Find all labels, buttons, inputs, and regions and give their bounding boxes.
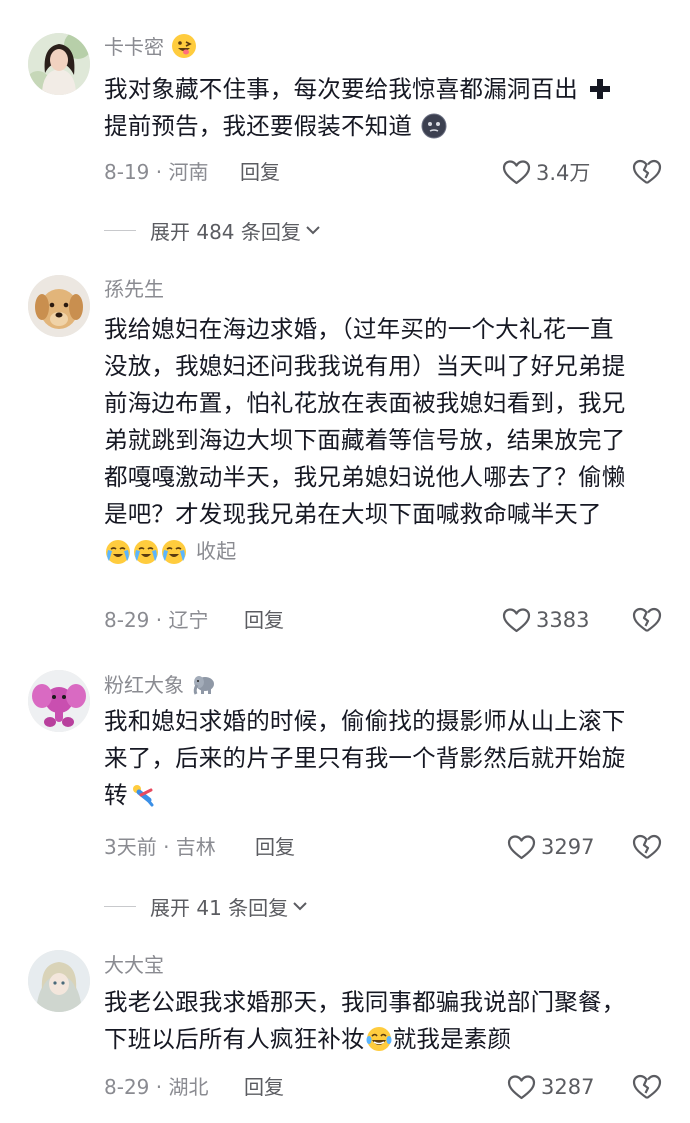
comment-line: 提前预告，我还要假装不知道 xyxy=(104,112,413,140)
chevron-down-icon xyxy=(293,902,307,911)
avatar[interactable] xyxy=(28,33,90,95)
username-text[interactable]: 卡卡密 xyxy=(104,35,164,59)
heart-outline-icon xyxy=(507,834,536,859)
laughing-tears-emoji-icon xyxy=(366,1026,392,1052)
comment-line: 来了，后来的片子里只有我一个背影然后就开始旋 xyxy=(104,744,626,772)
comment-text: 我和媳妇求婚的时候，偷偷找的摄影师从山上滚下 来了，后来的片子里只有我一个背影然… xyxy=(104,703,669,814)
comment-line: 前海边布置，怕礼花放在表面被我媳妇看到，我兄 xyxy=(104,389,626,417)
broken-heart-icon xyxy=(632,159,662,184)
comment-line: 我和媳妇求婚的时候，偷偷找的摄影师从山上滚下 xyxy=(104,707,626,735)
broken-heart-icon xyxy=(632,834,662,859)
comment-line: 下班以后所有人疯狂补妆 xyxy=(104,1025,365,1053)
date-location: 8-29 · 辽宁 xyxy=(104,608,209,632)
avatar[interactable] xyxy=(28,670,90,732)
expand-replies-label[interactable]: 展开 41 条回复 xyxy=(150,892,288,921)
comment-text: 我老公跟我求婚那天，我同事都骗我说部门聚餐， 下班以后所有人疯狂补妆 就我是素颜 xyxy=(104,984,669,1058)
like-button[interactable]: 3297 xyxy=(507,832,594,862)
expand-replies-button[interactable]: 展开 484 条回复 xyxy=(104,216,321,245)
divider-line xyxy=(104,905,136,907)
dislike-button[interactable] xyxy=(632,833,662,861)
heart-outline-icon xyxy=(502,159,531,184)
heart-outline-icon xyxy=(502,607,531,632)
like-count: 3383 xyxy=(536,608,590,632)
comment-line: 我给媳妇在海边求婚，（过年买的一个大礼花一直 xyxy=(104,315,614,343)
reply-button[interactable]: 回复 xyxy=(255,834,295,860)
reply-button[interactable]: 回复 xyxy=(244,607,284,633)
comment-line: 是吧？才发现我兄弟在大坝下面喊救命喊半天了 xyxy=(104,500,602,528)
dark-face-emoji-icon xyxy=(421,113,447,139)
username[interactable]: 卡卡密 xyxy=(104,33,198,60)
like-count: 3.4万 xyxy=(536,161,591,185)
spinning-person-emoji-icon xyxy=(129,782,155,808)
like-button[interactable]: 3.4万 xyxy=(502,157,590,187)
dislike-button[interactable] xyxy=(632,158,662,186)
comment-line: 都嘎嘎激动半天，我兄弟媳妇说他人哪去了？偷懒 xyxy=(104,463,626,491)
username[interactable]: 孫先生 xyxy=(104,276,164,302)
comment-line: 弟就跳到海边大坝下面藏着等信号放，结果放完了 xyxy=(104,426,626,454)
expand-replies-button[interactable]: 展开 41 条回复 xyxy=(104,892,308,921)
grinning-tongue-emoji-icon xyxy=(171,33,197,59)
like-count: 3287 xyxy=(541,1075,595,1099)
comment-line: 没放，我媳妇还问我我说有用）当天叫了好兄弟提 xyxy=(104,352,626,380)
comment-text: 我给媳妇在海边求婚，（过年买的一个大礼花一直 没放，我媳妇还问我我说有用）当天叫… xyxy=(104,311,669,571)
collapse-button[interactable]: 收起 xyxy=(196,539,236,563)
like-button[interactable]: 3383 xyxy=(502,605,589,635)
comment-text: 我对象藏不住事，每次要给我惊喜都漏洞百出 提前预告，我还要假装不知道 xyxy=(104,71,669,145)
username-text[interactable]: 粉红大象 xyxy=(104,673,184,697)
username[interactable]: 大大宝 xyxy=(104,952,164,978)
comment-line: 我老公跟我求婚那天，我同事都骗我说部门聚餐， xyxy=(104,988,626,1016)
plus-icon xyxy=(587,76,613,102)
divider-line xyxy=(104,229,136,231)
like-button[interactable]: 3287 xyxy=(507,1072,594,1102)
date-location: 8-19 · 河南 xyxy=(104,160,209,184)
crying-face-emoji-icon xyxy=(105,539,131,565)
elephant-emoji-icon xyxy=(191,671,217,697)
username[interactable]: 粉红大象 xyxy=(104,671,218,698)
comment-line: 就我是素颜 xyxy=(392,1025,512,1053)
heart-outline-icon xyxy=(507,1074,536,1099)
dislike-button[interactable] xyxy=(632,1073,662,1101)
broken-heart-icon xyxy=(632,607,662,632)
avatar[interactable] xyxy=(28,275,90,337)
reply-button[interactable]: 回复 xyxy=(240,159,280,185)
avatar[interactable] xyxy=(28,950,90,1012)
comment-line: 我对象藏不住事，每次要给我惊喜都漏洞百出 xyxy=(104,75,586,103)
broken-heart-icon xyxy=(632,1074,662,1099)
expand-replies-label[interactable]: 展开 484 条回复 xyxy=(150,216,301,245)
crying-face-emoji-icon xyxy=(161,539,187,565)
like-count: 3297 xyxy=(541,835,595,859)
chevron-down-icon xyxy=(306,226,320,235)
date-location: 3天前 · 吉林 xyxy=(104,835,216,859)
crying-face-emoji-icon xyxy=(133,539,159,565)
reply-button[interactable]: 回复 xyxy=(244,1074,284,1100)
date-location: 8-29 · 湖北 xyxy=(104,1075,209,1099)
dislike-button[interactable] xyxy=(632,606,662,634)
comment-line: 转 xyxy=(104,781,128,809)
